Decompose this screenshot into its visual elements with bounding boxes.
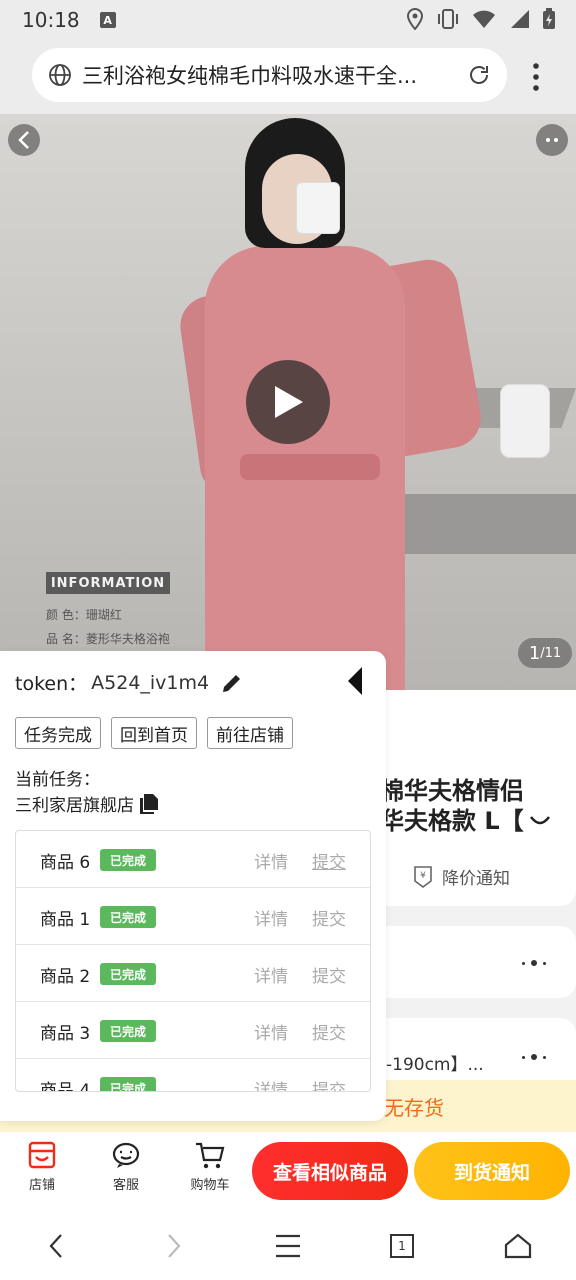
globe-icon (49, 64, 71, 86)
back-home-button[interactable]: 回到首页 (111, 717, 197, 749)
product-photo-bottle (500, 384, 550, 458)
detail-link[interactable]: 详情 (254, 848, 288, 873)
nav-home-button[interactable] (500, 1228, 536, 1264)
info-color-line: 颜 色：珊瑚红 (46, 608, 122, 622)
tab-count: 1 (398, 1239, 406, 1253)
product-image-gallery[interactable]: INFORMATION 颜 色：珊瑚红 品 名：菱形华夫格浴袍 1/11 (0, 114, 576, 690)
task-complete-button[interactable]: 任务完成 (15, 717, 101, 749)
cart-button[interactable]: 购物车 (180, 1140, 240, 1193)
status-time: 10:18 (22, 8, 80, 32)
nav-tabs-button[interactable]: 1 (384, 1228, 420, 1264)
submit-link[interactable]: 提交 (312, 905, 346, 930)
status-badge: 已完成 (100, 906, 156, 928)
current-task-value: 三利家居旗舰店 (15, 791, 158, 816)
play-icon (275, 386, 303, 418)
task-list[interactable]: 商品 6 已完成 详情 提交 商品 1 已完成 详情 提交 商品 2 已完成 详… (15, 830, 371, 1092)
cart-icon (196, 1142, 225, 1169)
submit-link[interactable]: 提交 (312, 1019, 346, 1044)
back-button[interactable] (8, 124, 40, 156)
status-bar: 10:18 A (0, 0, 576, 40)
chat-icon (112, 1142, 140, 1168)
chevron-left-icon (49, 1234, 62, 1258)
dot-icon (546, 138, 550, 142)
task-row: 商品 2 已完成 详情 提交 (16, 945, 370, 1002)
action-bar: 店铺 客服 购物车 查看相似商品 到货通知 (0, 1132, 576, 1210)
submit-link[interactable]: 提交 (312, 848, 346, 873)
chevron-right-icon (168, 1234, 181, 1258)
size-text: -190cm】... (386, 1055, 484, 1075)
detail-link[interactable]: 详情 (254, 1019, 288, 1044)
detail-link[interactable]: 详情 (254, 905, 288, 930)
arrival-notice-button[interactable]: 到货通知 (414, 1142, 570, 1200)
nav-back-button[interactable] (38, 1228, 74, 1264)
task-overlay-panel: token： A524_iv1m4 任务完成 回到首页 前往店铺 当前任务： 三… (0, 651, 386, 1121)
status-badge: 已完成 (100, 1020, 156, 1042)
status-icons (406, 8, 556, 30)
chevron-down-icon[interactable] (528, 814, 552, 830)
url-text: 三利浴袍女纯棉毛巾料吸水速干全... (82, 64, 418, 88)
copy-icon[interactable] (140, 793, 158, 814)
menu-icon (276, 1234, 300, 1258)
wifi-icon (473, 10, 495, 28)
overlay-button-row: 任务完成 回到首页 前往店铺 (15, 717, 293, 749)
more-dots-icon (522, 960, 546, 966)
vibrate-icon (438, 9, 458, 29)
url-bar[interactable]: 三利浴袍女纯棉毛巾料吸水速干全... (32, 48, 507, 102)
stock-status: 无存货 (384, 1096, 444, 1120)
dot-icon (554, 138, 558, 142)
reload-icon[interactable] (467, 63, 491, 87)
browser-toolbar: 三利浴袍女纯棉毛巾料吸水速干全... (0, 40, 576, 114)
browser-nav-bar: 1 (0, 1210, 576, 1280)
location-icon (406, 8, 424, 30)
product-title: 棉华夫格情侣 华夫格款 L【 (380, 776, 552, 836)
submit-link[interactable]: 提交 (312, 962, 346, 987)
price-tag-icon: ¥ (414, 865, 432, 888)
status-badge: 已完成 (100, 963, 156, 985)
battery-icon (543, 8, 555, 29)
collapse-panel-icon[interactable] (344, 665, 368, 697)
more-dots-icon (522, 1054, 546, 1060)
notification-icon: A (99, 12, 116, 28)
task-row: 商品 1 已完成 详情 提交 (16, 888, 370, 945)
view-similar-button[interactable]: 查看相似商品 (252, 1142, 408, 1200)
chevron-left-icon (18, 131, 29, 149)
customer-service-button[interactable]: 客服 (96, 1140, 156, 1193)
info-name-line: 品 名：菱形华夫格浴袍 (46, 632, 170, 646)
more-options-button[interactable] (536, 124, 568, 156)
image-page-counter: 1/11 (518, 638, 572, 668)
token-label: token： (15, 673, 88, 695)
nav-menu-button[interactable] (270, 1228, 306, 1264)
go-to-store-button[interactable]: 前往店铺 (207, 717, 293, 749)
task-row: 商品 6 已完成 详情 提交 (16, 831, 370, 888)
store-icon (28, 1141, 56, 1169)
store-button[interactable]: 店铺 (12, 1140, 72, 1193)
task-row: 商品 3 已完成 详情 提交 (16, 1002, 370, 1059)
info-badge: INFORMATION (46, 572, 170, 594)
submit-link[interactable]: 提交 (312, 1076, 346, 1091)
task-row: 商品 4 已完成 详情 提交 (16, 1059, 370, 1091)
home-icon (504, 1233, 532, 1259)
more-menu-icon[interactable] (524, 62, 548, 92)
price-drop-notice[interactable]: ¥ 降价通知 (412, 864, 510, 889)
token-row: token： A524_iv1m4 (15, 669, 243, 696)
detail-link[interactable]: 详情 (254, 962, 288, 987)
edit-icon[interactable] (221, 672, 243, 694)
detail-link[interactable]: 详情 (254, 1076, 288, 1091)
token-value: A524_iv1m4 (91, 671, 210, 694)
status-badge: 已完成 (100, 849, 156, 871)
current-task-label: 当前任务： (15, 770, 100, 790)
play-video-button[interactable] (246, 360, 330, 444)
signal-icon (511, 10, 529, 28)
svg-text:¥: ¥ (420, 871, 426, 881)
nav-forward-button[interactable] (156, 1228, 192, 1264)
status-badge: 已完成 (100, 1077, 156, 1091)
